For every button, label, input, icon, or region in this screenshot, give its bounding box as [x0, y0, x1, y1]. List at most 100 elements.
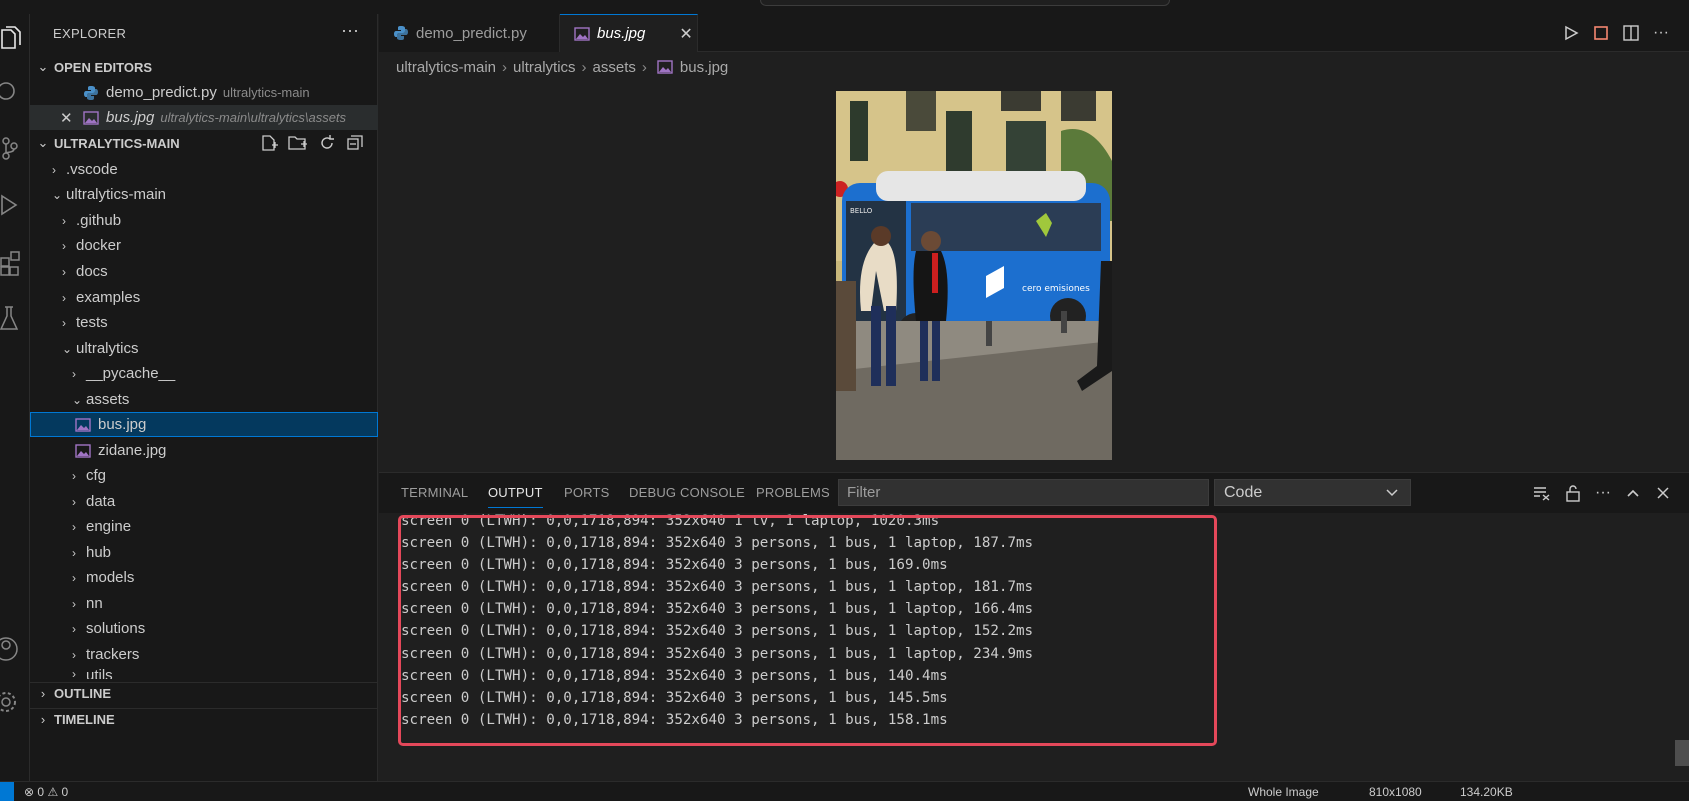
- more-actions-icon[interactable]: ···: [341, 20, 359, 41]
- open-editor-name: bus.jpg: [106, 109, 155, 126]
- scrollbar-thumb[interactable]: [1675, 740, 1689, 766]
- outline-header[interactable]: › OUTLINE: [30, 682, 378, 704]
- tree-item-docs[interactable]: › docs: [30, 259, 378, 284]
- chevron-right-icon: ›: [72, 519, 76, 534]
- tree-item-utils[interactable]: › utils: [30, 667, 378, 679]
- tree-item-examples[interactable]: › examples: [30, 285, 378, 310]
- output-channel-select[interactable]: Code: [1214, 479, 1411, 506]
- maximize-panel-icon[interactable]: [1625, 485, 1641, 501]
- run-icon[interactable]: [1563, 25, 1579, 41]
- tree-item-label: assets: [86, 391, 130, 408]
- tree-item-assets[interactable]: ⌄ assets: [30, 387, 378, 412]
- tree-item-ultralytics[interactable]: ⌄ ultralytics: [30, 336, 378, 361]
- tree-item-label: cfg: [86, 467, 107, 484]
- tree-item-tests[interactable]: › tests: [30, 310, 378, 335]
- source-control-icon[interactable]: [0, 134, 30, 164]
- workspace-header[interactable]: ⌄ ULTRALYTICS-MAIN: [30, 132, 378, 154]
- breadcrumb-item[interactable]: ultralytics-main: [396, 59, 496, 76]
- tree-item-label: ultralytics: [76, 340, 139, 357]
- timeline-header[interactable]: › TIMELINE: [30, 708, 378, 730]
- settings-gear-icon[interactable]: [0, 687, 30, 717]
- open-editor-item[interactable]: ✕ bus.jpg ultralytics-main\ultralytics\a…: [30, 105, 378, 130]
- account-icon[interactable]: [0, 634, 30, 664]
- chevron-right-icon: ›: [72, 647, 76, 662]
- chevron-right-icon: ›: [72, 494, 76, 509]
- tree-item-hub[interactable]: › hub: [30, 540, 378, 565]
- tree-item-label: solutions: [86, 620, 146, 637]
- command-center[interactable]: [760, 0, 1170, 6]
- breadcrumb-item[interactable]: bus.jpg: [680, 59, 728, 76]
- image-zoom-status[interactable]: Whole Image: [1248, 785, 1319, 799]
- tab-ports[interactable]: PORTS: [564, 485, 610, 500]
- close-panel-icon[interactable]: [1655, 485, 1671, 501]
- open-editor-item[interactable]: demo_predict.py ultralytics-main: [30, 80, 378, 105]
- more-actions-icon[interactable]: ···: [1595, 484, 1611, 502]
- error-icon: ⊗: [24, 785, 35, 799]
- tab-problems[interactable]: PROBLEMS: [756, 485, 830, 500]
- tree-item-nn[interactable]: › nn: [30, 591, 378, 616]
- tree-item-data[interactable]: › data: [30, 489, 378, 514]
- tree-item-docker[interactable]: › docker: [30, 233, 378, 258]
- chevron-right-icon: ›: [72, 468, 76, 483]
- image-preview[interactable]: BELLO cero emisiones: [836, 91, 1112, 460]
- testing-icon[interactable]: [0, 304, 30, 334]
- status-bar: ⊗ 0 ⚠ 0 Whole Image 810x1080 134.20KB: [0, 781, 1689, 801]
- close-icon[interactable]: ✕: [60, 109, 83, 127]
- tree-item-label: __pycache__: [86, 365, 176, 382]
- collapse-all-icon[interactable]: [346, 134, 364, 152]
- image-size: 134.20KB: [1460, 785, 1513, 799]
- tab-bus-jpg[interactable]: bus.jpg ✕: [560, 14, 698, 52]
- explorer-icon[interactable]: [0, 24, 30, 54]
- open-editors-label: OPEN EDITORS: [54, 59, 153, 75]
- filter-input[interactable]: [838, 479, 1209, 506]
- tree-item-label: zidane.jpg: [98, 442, 167, 459]
- problems-status[interactable]: ⊗ 0 ⚠ 0: [24, 785, 68, 799]
- search-icon[interactable]: [0, 77, 30, 107]
- tab-debug-console[interactable]: DEBUG CONSOLE: [629, 485, 745, 500]
- open-editor-path: ultralytics-main\ultralytics\assets: [160, 110, 347, 125]
- chevron-right-icon: ›: [40, 686, 46, 701]
- tab-demo-predict[interactable]: demo_predict.py: [379, 14, 560, 52]
- remote-indicator[interactable]: [0, 782, 14, 801]
- stop-icon[interactable]: [1593, 25, 1609, 41]
- tree-item-vscode[interactable]: › .vscode: [30, 157, 378, 182]
- tree-item-pycache[interactable]: › __pycache__: [30, 361, 378, 386]
- warning-icon: ⚠: [47, 785, 59, 799]
- refresh-icon[interactable]: [318, 134, 336, 152]
- tree-item-engine[interactable]: › engine: [30, 514, 378, 539]
- split-editor-icon[interactable]: [1623, 25, 1639, 41]
- python-file-icon: [83, 85, 99, 101]
- close-icon[interactable]: ✕: [679, 24, 692, 44]
- python-file-icon: [393, 25, 409, 41]
- tree-item-bus-jpg[interactable]: bus.jpg: [30, 412, 378, 437]
- clear-output-icon[interactable]: [1533, 485, 1551, 501]
- chevron-right-icon: ›: [72, 667, 76, 679]
- tree-item-trackers[interactable]: › trackers: [30, 642, 378, 667]
- open-editor-name: demo_predict.py: [106, 84, 217, 101]
- new-file-icon[interactable]: [260, 134, 278, 152]
- tree-item-zidane-jpg[interactable]: zidane.jpg: [30, 438, 378, 463]
- run-debug-icon[interactable]: [0, 190, 30, 220]
- activity-bar: [0, 14, 30, 801]
- tree-item-solutions[interactable]: › solutions: [30, 616, 378, 641]
- bus-route-sign: BELLO: [850, 207, 873, 215]
- open-editors-header[interactable]: ⌄ OPEN EDITORS: [30, 56, 378, 78]
- tree-item-label: data: [86, 493, 116, 510]
- tree-item-github[interactable]: › .github: [30, 208, 378, 233]
- more-actions-icon[interactable]: ···: [1653, 24, 1669, 42]
- tree-item-models[interactable]: › models: [30, 565, 378, 590]
- tree-item-label: ultralytics-main: [66, 186, 167, 203]
- tab-output[interactable]: OUTPUT: [488, 485, 543, 508]
- tree-item-cfg[interactable]: › cfg: [30, 463, 378, 488]
- lock-scroll-icon[interactable]: [1565, 484, 1581, 502]
- chevron-down-icon: ⌄: [37, 135, 49, 150]
- tab-terminal[interactable]: TERMINAL: [401, 485, 468, 500]
- new-folder-icon[interactable]: [288, 134, 308, 152]
- panel-actions: ···: [1533, 479, 1689, 506]
- extensions-icon[interactable]: [0, 248, 30, 278]
- breadcrumb-item[interactable]: assets: [593, 59, 636, 76]
- tree-item-ultralytics-main[interactable]: ⌄ ultralytics-main: [30, 182, 378, 207]
- breadcrumb-item[interactable]: ultralytics: [513, 59, 576, 76]
- highlight-box: [398, 515, 1217, 746]
- workspace-actions: [260, 134, 364, 152]
